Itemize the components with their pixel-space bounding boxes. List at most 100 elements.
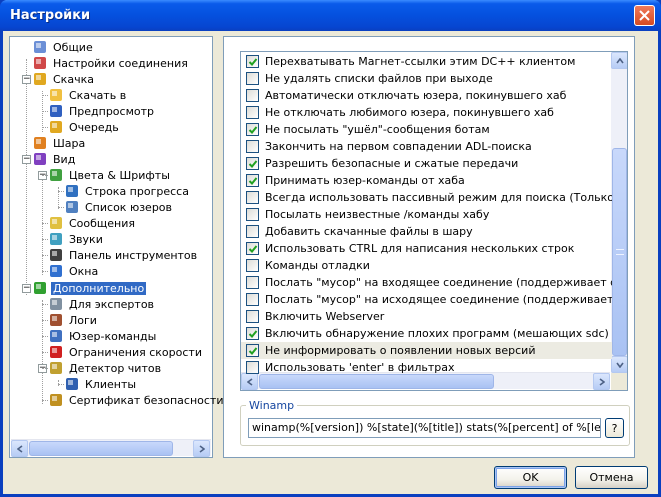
option-row[interactable]: Посылать неизвестные /команды хабу	[241, 206, 612, 223]
option-checkbox[interactable]	[246, 208, 259, 221]
tree-item[interactable]: Строка прогресса	[64, 183, 191, 199]
option-row[interactable]: Использовать 'enter' в фильтрах	[241, 359, 612, 376]
scroll-left-button[interactable]	[11, 440, 28, 457]
option-row[interactable]: Не информировать о появлении новых верси…	[241, 342, 612, 359]
tree-item[interactable]: Логи	[48, 312, 99, 328]
tree-item-label: Цвета & Шрифты	[69, 168, 170, 182]
option-checkbox[interactable]	[246, 225, 259, 238]
option-checkbox[interactable]	[246, 55, 259, 68]
options-list[interactable]: Перехватывать Магнет-ссылки этим DC++ кл…	[240, 51, 628, 391]
option-checkbox[interactable]	[246, 72, 259, 85]
option-row[interactable]: Не посылать "ушёл"-сообщения ботам	[241, 121, 612, 138]
option-row[interactable]: Принимать юзер-команды от хаба	[241, 172, 612, 189]
option-checkbox[interactable]	[246, 293, 259, 306]
option-checkbox[interactable]	[246, 174, 259, 187]
tree-item[interactable]: Панель инструментов	[48, 247, 199, 263]
option-checkbox[interactable]	[246, 123, 259, 136]
scroll-down-button[interactable]	[611, 356, 627, 373]
certificate-icon	[48, 392, 64, 408]
tree-item-label: Список юзеров	[85, 200, 173, 214]
winamp-format-input[interactable]: winamp(%[version]) %[state](%[title]) st…	[248, 418, 601, 438]
options-scroll-thumb[interactable]	[612, 148, 627, 356]
tree-item[interactable]: Детектор читов	[48, 360, 163, 376]
tree-item[interactable]: Общие	[32, 39, 95, 55]
option-checkbox[interactable]	[246, 361, 259, 374]
option-label: Закончить на первом совпадении ADL-поиск…	[265, 140, 532, 153]
tree-item[interactable]: Вид	[32, 151, 77, 167]
option-checkbox[interactable]	[246, 344, 259, 357]
tree-item[interactable]: Скачать в	[48, 87, 128, 103]
window-title: Настройки	[10, 8, 91, 23]
option-row[interactable]: Перехватывать Магнет-ссылки этим DC++ кл…	[241, 53, 612, 70]
tree-item[interactable]: Скачка	[32, 71, 96, 87]
option-checkbox[interactable]	[246, 89, 259, 102]
option-row[interactable]: Всегда использовать пассивный режим для …	[241, 189, 612, 206]
tree-item[interactable]: Дополнительно	[32, 280, 147, 296]
tree-item[interactable]: Ограничения скорости	[48, 344, 204, 360]
options-vertical-scrollbar[interactable]	[611, 52, 627, 373]
option-checkbox[interactable]	[246, 191, 259, 204]
option-checkbox[interactable]	[246, 327, 259, 340]
ok-button[interactable]: OK	[494, 466, 567, 489]
sound-icon	[48, 231, 64, 247]
title-bar[interactable]: Настройки	[0, 0, 661, 31]
tree-item[interactable]: Окна	[48, 263, 100, 279]
winamp-help-button[interactable]: ?	[605, 418, 624, 438]
windows-icon	[48, 263, 64, 279]
scroll-up-button[interactable]	[611, 52, 627, 69]
tree-scroll-thumb[interactable]	[29, 441, 173, 456]
tree-horizontal-scrollbar[interactable]	[11, 439, 211, 457]
tree-item[interactable]: Настройки соединения	[32, 55, 190, 71]
tree-item[interactable]: Сообщения	[48, 215, 137, 231]
option-row[interactable]: Автоматически отключать юзера, покинувше…	[241, 87, 612, 104]
option-checkbox[interactable]	[246, 242, 259, 255]
settings-tree[interactable]: − − − − − Общие Настройки соединения Скачк…	[9, 36, 223, 458]
option-row[interactable]: Послать "мусор" на входящее соединение (…	[241, 274, 612, 291]
tree-item[interactable]: Сертификат безопасности	[48, 392, 225, 408]
option-checkbox[interactable]	[246, 140, 259, 153]
option-checkbox[interactable]	[246, 276, 259, 289]
option-row[interactable]: Добавить скачанные файлы в шару	[241, 223, 612, 240]
option-checkbox[interactable]	[246, 157, 259, 170]
tree-item-label: Для экспертов	[69, 297, 155, 311]
scroll-right-button[interactable]	[193, 440, 210, 457]
toolbar-icon	[48, 247, 64, 263]
option-row[interactable]: Использовать CTRL для написания нескольк…	[241, 240, 612, 257]
close-button[interactable]	[634, 5, 655, 26]
option-label: Автоматически отключать юзера, покинувше…	[265, 89, 567, 102]
collapse-toggle-appearance[interactable]: −	[22, 155, 31, 164]
cancel-button[interactable]: Отмена	[575, 466, 648, 489]
option-row[interactable]: Послать "мусор" на исходящее соединение …	[241, 291, 612, 308]
network-icon	[32, 55, 48, 71]
tree-item[interactable]: Звуки	[48, 231, 105, 247]
tree-item[interactable]: Цвета & Шрифты	[48, 167, 172, 183]
tree-item[interactable]: Предпросмотр	[48, 103, 156, 119]
option-label: Команды отладки	[265, 259, 370, 272]
option-row[interactable]: Включить обнаружение плохих программ (ме…	[241, 325, 612, 342]
collapse-toggle-download[interactable]: −	[22, 75, 31, 84]
tree-item[interactable]: Юзер-команды	[48, 328, 158, 344]
tree-item[interactable]: Список юзеров	[64, 199, 174, 215]
option-row[interactable]: Включить Webserver	[241, 308, 612, 325]
tree-item[interactable]: Клиенты	[64, 376, 138, 392]
collapse-toggle-advanced[interactable]: −	[22, 284, 31, 293]
option-label: Включить Webserver	[265, 310, 385, 323]
option-checkbox[interactable]	[246, 259, 259, 272]
option-row[interactable]: Не удалять списки файлов при выходе	[241, 70, 612, 87]
logs-icon	[48, 312, 64, 328]
tree-item[interactable]: Для экспертов	[48, 296, 156, 312]
option-label: Посылать неизвестные /команды хабу	[265, 208, 490, 221]
option-checkbox[interactable]	[246, 310, 259, 323]
option-row[interactable]: Закончить на первом совпадении ADL-поиск…	[241, 138, 612, 155]
tree-item-label: Ограничения скорости	[69, 345, 202, 359]
tree-item[interactable]: Очередь	[48, 119, 121, 135]
userlist-icon	[64, 199, 80, 215]
option-checkbox[interactable]	[246, 106, 259, 119]
option-row[interactable]: Не отключать любимого юзера, покинувшего…	[241, 104, 612, 121]
tree-item[interactable]: Шара	[32, 135, 87, 151]
option-row[interactable]: Разрешить безопасные и сжатые передачи	[241, 155, 612, 172]
options-h-scroll-thumb[interactable]	[259, 374, 494, 389]
messages-icon	[48, 215, 64, 231]
option-row[interactable]: Команды отладки	[241, 257, 612, 274]
tree-item-label: Сертификат безопасности	[69, 393, 224, 407]
